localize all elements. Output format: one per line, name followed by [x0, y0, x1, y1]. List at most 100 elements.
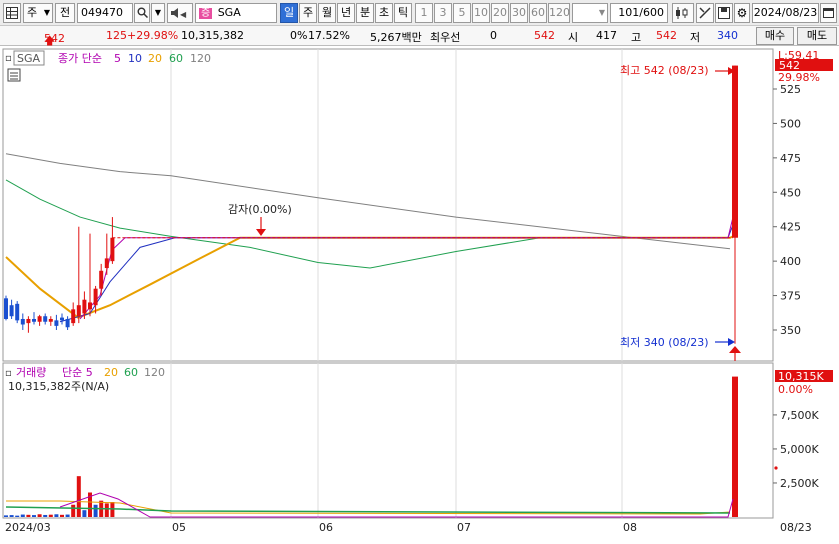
- price-symbol: SGA: [17, 52, 41, 65]
- price-axis: 350 375 400 425 450 475 500 525: [773, 83, 801, 337]
- buy-button[interactable]: 매수: [756, 27, 794, 45]
- price-pct-tag: 29.98%: [778, 71, 820, 84]
- market-select[interactable]: 주 ▼: [23, 3, 53, 23]
- candle-body: [76, 305, 81, 317]
- interval-5[interactable]: 5: [453, 3, 471, 23]
- price-axis-label: 400: [780, 255, 801, 268]
- chevron-down-icon: ▼: [598, 8, 605, 17]
- volume-bar: [82, 510, 87, 517]
- price-change: 125: [106, 29, 127, 42]
- volume-bar: [37, 514, 42, 517]
- speaker-icon[interactable]: ◀: [167, 3, 193, 23]
- volume-dot-marker: [774, 466, 778, 470]
- candle-body: [15, 303, 20, 321]
- candle-body: [26, 318, 31, 324]
- last-candle-body: [732, 65, 738, 238]
- candle-body: [71, 309, 76, 324]
- priority-label: 최우선: [430, 31, 461, 44]
- calculator-icon[interactable]: [7, 68, 21, 82]
- volume-bar: [93, 504, 98, 517]
- ma-legend-20: 20: [148, 52, 162, 65]
- period-tab-month[interactable]: 월: [318, 3, 336, 23]
- quote-info-bar: 542 🡅 125 +29.98% 10,315,382 0% 17.52% 5…: [0, 26, 839, 47]
- interval-30[interactable]: 30: [510, 3, 528, 23]
- volume-value: 10,315,382: [181, 29, 244, 42]
- stock-name: SGA: [217, 6, 241, 19]
- x-label-08: 08: [623, 521, 637, 534]
- volume-bar: [104, 503, 109, 517]
- volume-ma-legend: 단순 5: [62, 366, 93, 379]
- candle-body: [20, 318, 25, 325]
- candle-body: [104, 258, 109, 269]
- interval-custom-select[interactable]: ▼: [572, 3, 608, 23]
- high-label: 고: [631, 31, 642, 44]
- volume-panel-menu-icon[interactable]: ▫: [5, 368, 12, 379]
- open-label: 시: [568, 31, 579, 44]
- volume-bar: [26, 514, 31, 517]
- x-label-2024-03: 2024/03: [5, 521, 51, 534]
- price-axis-label: 450: [780, 186, 801, 199]
- candle-body: [37, 316, 42, 322]
- calendar-icon[interactable]: [820, 3, 837, 23]
- dropdown-arrow-button[interactable]: ▼: [151, 3, 165, 23]
- date-field[interactable]: 2024/08/23: [752, 3, 819, 23]
- candle-body: [48, 318, 53, 322]
- volume-bar: [9, 515, 14, 517]
- volume-axis-label: 5,000K: [780, 443, 819, 456]
- volume-axis-label: 7,500K: [780, 409, 819, 422]
- turnover-value: 0%: [290, 29, 308, 42]
- volume-axis-label: 2,500K: [780, 477, 819, 490]
- panel-menu-icon[interactable]: ▫: [5, 53, 12, 64]
- sell-button[interactable]: 매도: [797, 27, 837, 45]
- save-icon[interactable]: [715, 3, 733, 23]
- period-tab-day[interactable]: 일: [280, 3, 298, 23]
- market-select-value: 주: [27, 6, 38, 19]
- low-annotation: 최저 340 (08/23): [620, 336, 709, 349]
- volume-bar: [48, 514, 53, 517]
- chart-toolbar: 주 ▼ 전 049470 ▼ ◀ 증 SGA 일 주 월 년 분 초 틱 1 3 …: [0, 0, 839, 26]
- period-tab-year[interactable]: 년: [337, 3, 355, 23]
- prev-button[interactable]: 전: [55, 3, 75, 23]
- volume-panel-frame: [2, 362, 774, 519]
- candle-body: [60, 317, 64, 321]
- interval-60[interactable]: 60: [529, 3, 547, 23]
- candle-body: [9, 305, 14, 317]
- price-legend-title: 종가 단순: [58, 52, 102, 65]
- interval-10[interactable]: 10: [472, 3, 490, 23]
- turnover-pct: 17.52%: [308, 29, 350, 42]
- interval-20[interactable]: 20: [491, 3, 509, 23]
- period-tab-second[interactable]: 초: [375, 3, 393, 23]
- interval-120[interactable]: 120: [548, 3, 570, 23]
- volume-ma-20: 20: [104, 366, 118, 379]
- interval-3[interactable]: 3: [434, 3, 452, 23]
- candle-type-icon[interactable]: [672, 3, 694, 23]
- volume-bar: [43, 514, 48, 517]
- candle-body: [110, 237, 115, 262]
- last-volume-bar: [732, 376, 738, 517]
- trade-amount: 5,267백만: [370, 31, 422, 44]
- chart-area[interactable]: 350 375 400 425 450 475 500 525 2,500K 5,000K 7,5…: [0, 47, 839, 541]
- volume-bar: [54, 514, 59, 517]
- settings-icon[interactable]: ⚙: [734, 3, 750, 23]
- stock-chart[interactable]: 350 375 400 425 450 475 500 525 2,500K 5,000K 7,5…: [0, 47, 839, 541]
- period-tab-week[interactable]: 주: [299, 3, 317, 23]
- stock-name-field[interactable]: 증 SGA: [195, 3, 277, 23]
- candle-body: [88, 302, 92, 310]
- period-tab-minute[interactable]: 분: [356, 3, 374, 23]
- volume-ma-60: 60: [124, 366, 138, 379]
- grid-icon[interactable]: [3, 3, 21, 23]
- svg-text:◀: ◀: [180, 10, 187, 19]
- open-value: 417: [596, 29, 617, 42]
- stock-code-input[interactable]: 049470: [77, 3, 133, 23]
- price-axis-label: 525: [780, 83, 801, 96]
- interval-1[interactable]: 1: [415, 3, 433, 23]
- tools-icon[interactable]: [696, 3, 714, 23]
- period-tab-tick[interactable]: 틱: [394, 3, 412, 23]
- count-field[interactable]: 101/600: [610, 3, 668, 23]
- x-label-06: 06: [319, 521, 333, 534]
- search-icon[interactable]: [134, 3, 150, 23]
- price-axis-label: 375: [780, 290, 801, 303]
- price-change-pct: +29.98%: [127, 29, 179, 42]
- candle-body: [4, 298, 8, 319]
- volume-bar: [76, 476, 81, 517]
